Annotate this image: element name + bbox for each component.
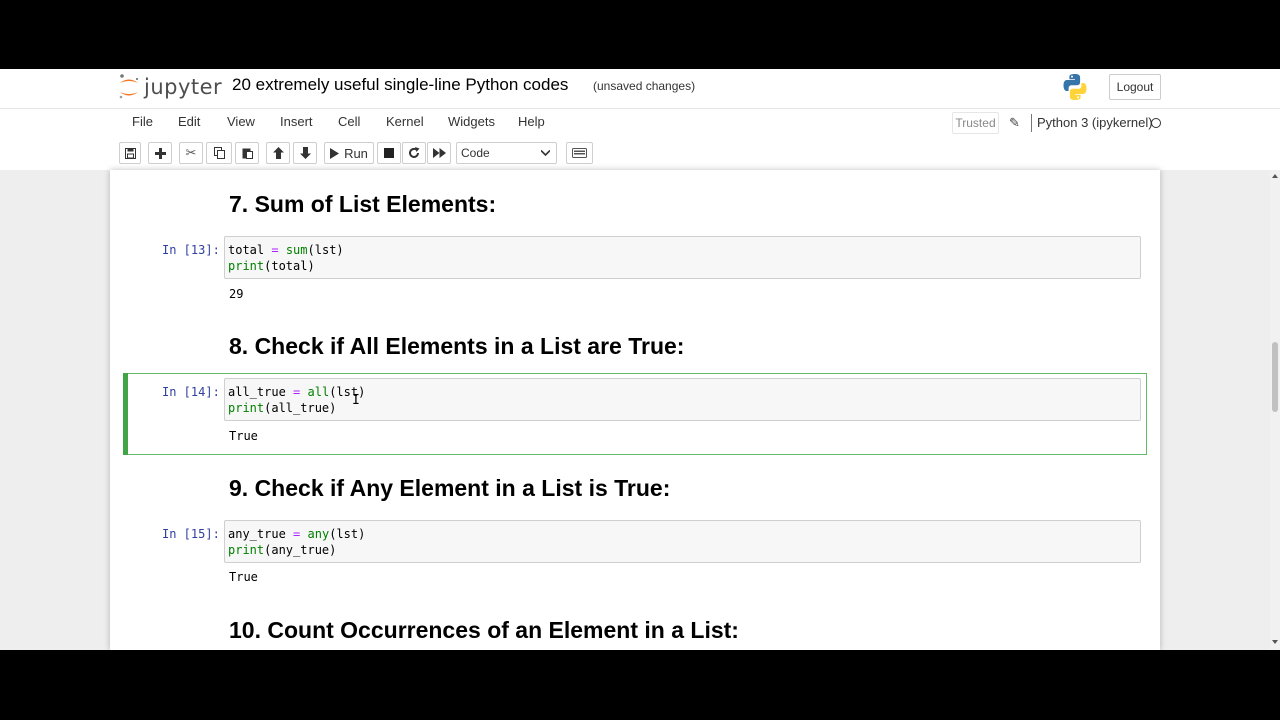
move-down-button[interactable] xyxy=(293,142,317,164)
play-icon xyxy=(330,147,340,159)
cell-type-select[interactable]: Code xyxy=(456,142,557,164)
header-divider xyxy=(0,108,1280,109)
kernel-divider xyxy=(1031,114,1032,132)
copy-icon xyxy=(213,147,225,159)
menu-file[interactable]: File xyxy=(132,114,153,129)
keyboard-icon xyxy=(572,148,587,158)
fast-forward-icon xyxy=(432,148,446,158)
cell-type-value: Code xyxy=(461,146,490,160)
markdown-heading-10: 10. Count Occurrences of an Element in a… xyxy=(229,617,739,643)
copy-button[interactable] xyxy=(206,142,232,164)
scissors-icon: ✂ xyxy=(185,145,197,160)
logout-button[interactable]: Logout xyxy=(1109,74,1161,100)
move-up-button[interactable] xyxy=(266,142,290,164)
autosave-status: (unsaved changes) xyxy=(593,79,696,93)
code-line-text: print(all_true) xyxy=(228,401,337,415)
python-logo-icon xyxy=(1062,73,1088,106)
input-prompt-15: In [15]: xyxy=(162,527,220,541)
page-scrollbar[interactable] xyxy=(1270,170,1280,650)
code-line-text: any_true = any(lst) xyxy=(228,527,366,541)
run-button-label: Run xyxy=(344,145,368,161)
notebook-app: jupyter 20 extremely useful single-line … xyxy=(0,69,1280,650)
restart-run-all-button[interactable] xyxy=(427,142,451,164)
jupyter-logo-icon xyxy=(119,74,138,99)
arrow-down-icon xyxy=(299,147,311,159)
code-line: total = sum(lst) xyxy=(228,242,344,258)
text-cursor-icon: I xyxy=(352,393,360,408)
header: jupyter 20 extremely useful single-line … xyxy=(0,69,1280,170)
cell-output-13: 29 xyxy=(229,287,244,301)
menu-kernel[interactable]: Kernel xyxy=(386,114,424,129)
stop-icon xyxy=(384,148,394,158)
cut-button[interactable]: ✂ xyxy=(179,142,203,164)
command-palette-button[interactable] xyxy=(566,142,593,164)
code-line: print(total) xyxy=(228,258,315,274)
scroll-down-icon[interactable] xyxy=(1272,640,1278,644)
menu-help[interactable]: Help xyxy=(518,114,545,129)
menu-insert[interactable]: Insert xyxy=(280,114,313,129)
menu-cell[interactable]: Cell xyxy=(338,114,360,129)
input-prompt-14: In [14]: xyxy=(162,385,220,399)
scrollbar-thumb[interactable] xyxy=(1272,342,1278,412)
code-line-text: all_true = all(lst) xyxy=(228,385,366,399)
cell-output-15: True xyxy=(229,570,258,584)
logo-text: jupyter xyxy=(144,75,223,99)
code-input-13[interactable] xyxy=(224,236,1141,279)
pencil-icon[interactable]: ✎ xyxy=(1009,115,1020,131)
menu-widgets[interactable]: Widgets xyxy=(448,114,495,129)
arrow-up-icon xyxy=(272,147,284,159)
code-line: print(all_true) xyxy=(228,400,336,416)
markdown-heading-8: 8. Check if All Elements in a List are T… xyxy=(229,333,685,359)
jupyter-logo[interactable]: jupyter xyxy=(118,72,222,102)
code-line-text: print(any_true) xyxy=(228,543,337,557)
interrupt-button[interactable] xyxy=(377,142,401,164)
run-button[interactable]: Run xyxy=(324,142,374,164)
menu-view[interactable]: View xyxy=(227,114,255,129)
trusted-indicator[interactable]: Trusted xyxy=(952,112,999,134)
code-line-text: total = sum(lst) xyxy=(228,243,344,257)
chevron-down-icon xyxy=(541,149,550,157)
code-line: all_true = all(lst) xyxy=(228,384,365,400)
input-prompt-13: In [13]: xyxy=(162,243,220,257)
menu-edit[interactable]: Edit xyxy=(178,114,200,129)
save-button[interactable] xyxy=(119,142,141,164)
kernel-status-icon xyxy=(1151,118,1161,128)
scroll-up-icon[interactable] xyxy=(1272,174,1278,178)
restart-icon xyxy=(409,147,420,158)
code-line: any_true = any(lst) xyxy=(228,526,365,542)
notebook-title[interactable]: 20 extremely useful single-line Python c… xyxy=(232,75,568,95)
cell-output-14: True xyxy=(229,429,258,443)
insert-cell-button[interactable] xyxy=(148,142,172,164)
paste-button[interactable] xyxy=(235,142,259,164)
kernel-name[interactable]: Python 3 (ipykernel) xyxy=(1037,115,1153,130)
paste-icon xyxy=(242,148,253,159)
markdown-heading-7: 7. Sum of List Elements: xyxy=(229,191,497,217)
restart-button[interactable] xyxy=(402,142,426,164)
code-line: print(any_true) xyxy=(228,542,336,558)
markdown-heading-9: 9. Check if Any Element in a List is Tru… xyxy=(229,475,671,501)
plus-icon xyxy=(154,147,166,159)
selected-cell-indicator xyxy=(123,373,128,455)
save-icon xyxy=(124,147,136,159)
code-line-text: print(total) xyxy=(228,259,315,273)
